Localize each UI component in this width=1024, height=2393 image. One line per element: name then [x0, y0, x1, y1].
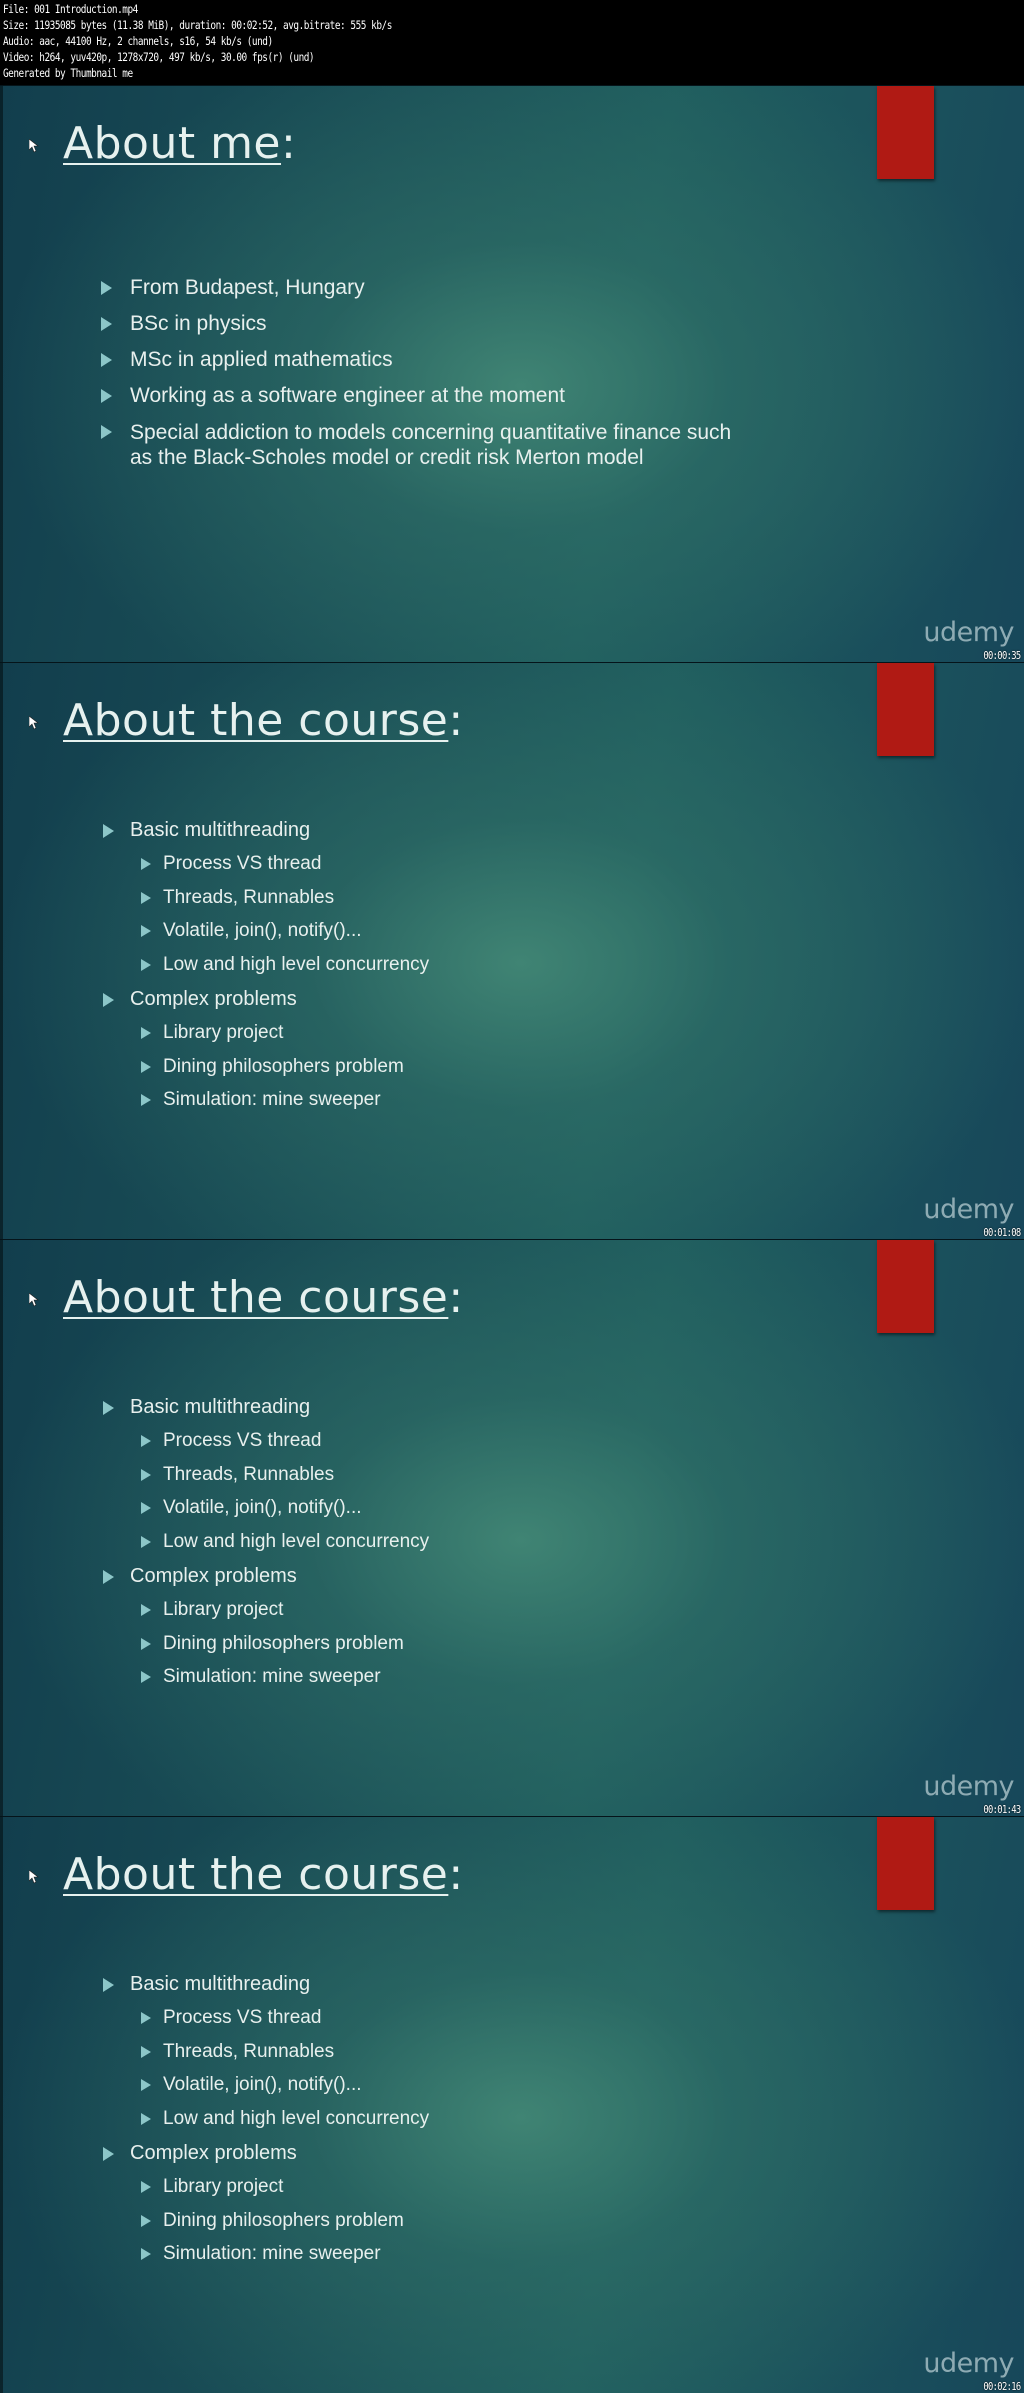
video-frame-3: About the course: Basic multithreading Pro…: [0, 1239, 1024, 1816]
bullet-arrow-icon: [101, 425, 112, 439]
slide-title: About the course:: [63, 1849, 464, 1900]
bullet-arrow-icon: [141, 858, 151, 870]
file-name-line: File: 001 Introduction.mp4: [3, 2, 138, 16]
sub-bullet: Simulation: mine sweeper: [141, 1089, 381, 1111]
mouse-pointer-icon: [29, 1293, 39, 1307]
slide-title: About me:: [63, 118, 297, 169]
bullet-arrow-icon: [103, 1570, 114, 1584]
slide-title: About the course:: [63, 695, 464, 746]
bullet-arrow-icon: [141, 2181, 151, 2193]
bullet-arrow-icon: [141, 1468, 151, 1481]
bullet-arrow-icon: [141, 1671, 151, 1683]
mouse-pointer-icon: [29, 716, 39, 730]
generator-line: Generated by Thumbnail me: [3, 66, 133, 80]
bullet-arrow-icon: [141, 2079, 151, 2091]
sub-bullet: Library project: [141, 1599, 283, 1621]
bullet-arrow-icon: [141, 2112, 151, 2125]
sub-bullet: Low and high level concurrency: [141, 1531, 429, 1553]
red-accent-bar: [877, 663, 934, 756]
video-frame-4: About the course: Basic multithreading Pro…: [0, 1816, 1024, 2393]
mouse-pointer-icon: [29, 1870, 39, 1884]
bullet-arrow-icon: [141, 925, 151, 937]
sub-bullet: Threads, Runnables: [141, 1464, 334, 1486]
bullet-arrow-icon: [141, 1604, 151, 1616]
video-info-line: Video: h264, yuv420p, 1278x720, 497 kb/s…: [3, 50, 315, 64]
bullet-item: From Budapest, Hungary: [101, 276, 365, 300]
bullet-arrow-icon: [141, 1502, 151, 1514]
audio-info-line: Audio: aac, 44100 Hz, 2 channels, s16, 5…: [3, 34, 273, 48]
section-bullet: Basic multithreading: [103, 1396, 310, 1419]
udemy-logo: udemy: [923, 1194, 1014, 1225]
bullet-item: Working as a software engineer at the mo…: [101, 384, 565, 408]
bullet-arrow-icon: [101, 389, 112, 403]
sub-bullet: Process VS thread: [141, 2007, 321, 2029]
bullet-arrow-icon: [101, 317, 112, 331]
sub-bullet: Simulation: mine sweeper: [141, 1666, 381, 1688]
sub-bullet: Library project: [141, 2176, 283, 2198]
sub-bullet: Process VS thread: [141, 853, 321, 875]
sub-bullet: Threads, Runnables: [141, 2041, 334, 2063]
bullet-arrow-icon: [141, 1027, 151, 1039]
sub-bullet: Dining philosophers problem: [141, 1633, 404, 1655]
bullet-arrow-icon: [141, 891, 151, 904]
bullet-arrow-icon: [141, 958, 151, 971]
section-bullet: Complex problems: [103, 1565, 297, 1588]
bullet-arrow-icon: [103, 1401, 114, 1415]
bullet-arrow-icon: [103, 824, 114, 838]
frame-timestamp: 00:02:16: [983, 2380, 1022, 2393]
slide-title: About the course:: [63, 1272, 464, 1323]
section-bullet: Complex problems: [103, 988, 297, 1011]
section-bullet: Complex problems: [103, 2142, 297, 2165]
bullet-arrow-icon: [141, 2248, 151, 2260]
video-frame-1: About me: From Budapest, Hungary BSc in …: [0, 85, 1024, 662]
bullet-arrow-icon: [101, 281, 112, 295]
bullet-arrow-icon: [141, 2012, 151, 2024]
mouse-pointer-icon: [29, 139, 39, 153]
sub-bullet: Simulation: mine sweeper: [141, 2243, 381, 2265]
red-accent-bar: [877, 1240, 934, 1333]
sub-bullet: Dining philosophers problem: [141, 1056, 404, 1078]
bullet-arrow-icon: [103, 1978, 114, 1992]
bullet-arrow-icon: [101, 353, 112, 367]
section-bullet: Basic multithreading: [103, 1973, 310, 1996]
bullet-arrow-icon: [103, 993, 114, 1007]
bullet-arrow-icon: [141, 1535, 151, 1548]
sub-bullet: Volatile, join(), notify()...: [141, 2074, 362, 2096]
video-info-header: File: 001 Introduction.mp4 Size: 1193508…: [0, 0, 1024, 85]
sub-bullet: Library project: [141, 1022, 283, 1044]
udemy-logo: udemy: [923, 617, 1014, 648]
bullet-arrow-icon: [141, 2045, 151, 2058]
frame-timestamp: 00:01:08: [983, 1226, 1022, 1239]
section-bullet: Basic multithreading: [103, 819, 310, 842]
video-frame-2: About the course: Basic multithreading Pro…: [0, 662, 1024, 1239]
sub-bullet: Low and high level concurrency: [141, 954, 429, 976]
bullet-item: MSc in applied mathematics: [101, 348, 393, 372]
red-accent-bar: [877, 1817, 934, 1910]
bullet-item: BSc in physics: [101, 312, 267, 336]
sub-bullet: Volatile, join(), notify()...: [141, 920, 362, 942]
sub-bullet: Volatile, join(), notify()...: [141, 1497, 362, 1519]
sub-bullet: Dining philosophers problem: [141, 2210, 404, 2232]
bullet-arrow-icon: [141, 1637, 151, 1650]
sub-bullet: Process VS thread: [141, 1430, 321, 1452]
bullet-arrow-icon: [141, 1060, 151, 1073]
size-duration-line: Size: 11935085 bytes (11.38 MiB), durati…: [3, 18, 392, 32]
sub-bullet: Threads, Runnables: [141, 887, 334, 909]
udemy-logo: udemy: [923, 2348, 1014, 2379]
bullet-item: Special addiction to models concerning q…: [101, 420, 731, 470]
bullet-arrow-icon: [141, 1435, 151, 1447]
bullet-arrow-icon: [141, 1094, 151, 1106]
frame-timestamp: 00:00:35: [983, 649, 1022, 662]
red-accent-bar: [877, 86, 934, 179]
frame-timestamp: 00:01:43: [983, 1803, 1022, 1816]
udemy-logo: udemy: [923, 1771, 1014, 1802]
bullet-arrow-icon: [141, 2214, 151, 2227]
bullet-arrow-icon: [103, 2147, 114, 2161]
sub-bullet: Low and high level concurrency: [141, 2108, 429, 2130]
